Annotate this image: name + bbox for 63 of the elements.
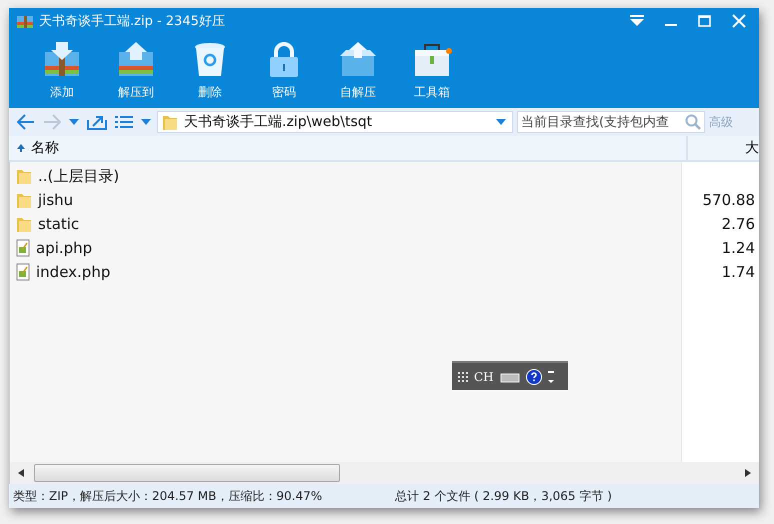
scroll-left-icon — [18, 469, 24, 477]
scrollbar-thumb[interactable] — [34, 464, 340, 482]
file-row[interactable]: ..(上层目录) — [10, 164, 681, 188]
folder-icon — [16, 167, 32, 185]
minimize-icon — [665, 24, 677, 26]
forward-arrow-icon — [43, 114, 61, 130]
scroll-right-icon — [745, 469, 751, 477]
search-icon — [685, 114, 701, 130]
file-size: 2.76 — [722, 214, 755, 235]
address-field[interactable]: 天书奇谈手工端.zip\web\tsqt — [157, 111, 513, 133]
toolbar-button[interactable]: 解压到 — [105, 34, 167, 108]
maximize-icon — [698, 15, 712, 27]
script-file-icon — [16, 263, 30, 281]
toolbar-button[interactable]: 添加 — [31, 34, 93, 108]
grip-icon — [458, 370, 468, 382]
folder-icon — [162, 113, 178, 131]
caret-icon — [69, 119, 79, 125]
sort-ascending-icon — [17, 144, 25, 152]
file-size: 1.74 — [722, 262, 755, 283]
file-size: 570.88 — [702, 190, 755, 211]
horizontal-scrollbar[interactable] — [9, 462, 759, 484]
recycle-bin-icon — [193, 42, 227, 78]
file-name: index.php — [36, 263, 110, 281]
file-size: 1.24 — [722, 238, 755, 259]
file-row[interactable]: static — [10, 212, 681, 236]
archive-add-icon — [43, 42, 81, 78]
window-title: 天书奇谈手工端.zip - 2345好压 — [39, 13, 226, 30]
keyboard-icon[interactable] — [500, 370, 520, 382]
language-code[interactable]: CH — [474, 370, 494, 384]
folder-icon — [16, 191, 32, 209]
toolbar-button[interactable]: 密码 — [253, 34, 315, 108]
column-label: 名称 — [31, 139, 59, 157]
list-icon — [115, 115, 133, 129]
file-row[interactable]: api.php — [10, 236, 681, 260]
archive-extract-icon — [117, 42, 155, 78]
toolbar-button[interactable]: 工具箱 — [401, 34, 463, 108]
menu-icon — [629, 15, 645, 27]
padlock-icon — [267, 42, 301, 78]
file-name: ..(上层目录) — [38, 166, 120, 186]
name-column-header[interactable]: 名称 — [9, 136, 688, 160]
caret-icon — [141, 119, 151, 125]
file-total: 总计 2 个文件 ( 2.99 KB，3,065 字节 ) — [395, 488, 612, 504]
options-icon[interactable] — [548, 370, 554, 384]
file-row[interactable]: jishu — [10, 188, 681, 212]
toolbox-icon — [412, 42, 452, 78]
dropdown-icon — [496, 119, 506, 125]
file-name: static — [38, 215, 80, 233]
script-file-icon — [16, 239, 30, 257]
size-column-header[interactable]: 大 — [688, 136, 759, 160]
folder-icon — [16, 215, 32, 233]
close-icon — [732, 14, 746, 28]
help-icon[interactable] — [526, 368, 542, 384]
open-box-icon — [338, 42, 378, 78]
file-name: jishu — [38, 191, 74, 209]
toolbar-button[interactable]: 自解压 — [327, 34, 389, 108]
search-field[interactable]: 当前目录查找(支持包内查 — [517, 111, 705, 133]
file-row[interactable]: index.php — [10, 260, 681, 284]
toolbar-button[interactable]: 删除 — [179, 34, 241, 108]
back-arrow-icon — [17, 114, 35, 130]
app-icon — [17, 14, 33, 28]
file-name: api.php — [36, 239, 92, 257]
archive-info: 类型：ZIP，解压后大小：204.57 MB，压缩比：90.47% — [13, 488, 324, 504]
up-folder-icon — [87, 114, 107, 130]
